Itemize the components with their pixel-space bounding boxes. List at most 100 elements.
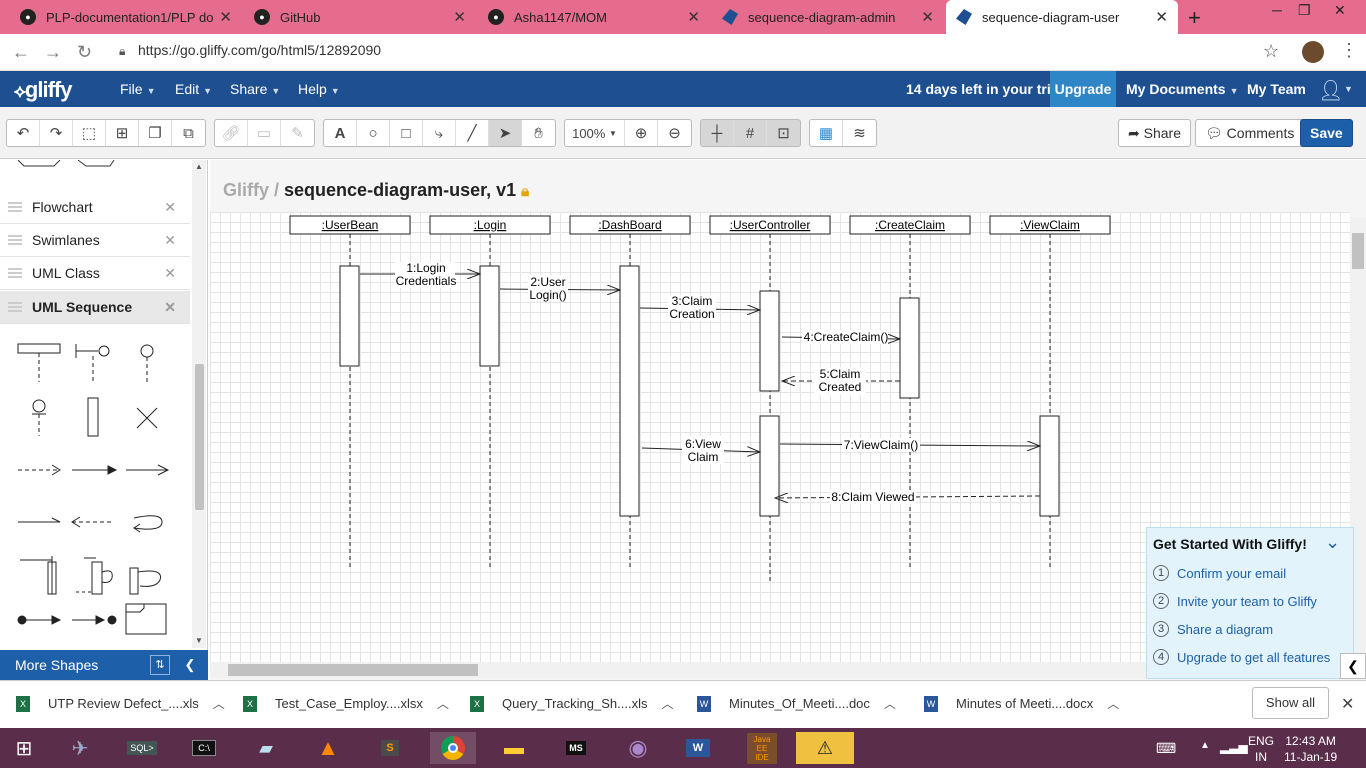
- grid-icon[interactable]: #: [734, 120, 767, 146]
- activation-bar[interactable]: [619, 265, 640, 517]
- shape-fragment[interactable]: [125, 603, 167, 635]
- profile-avatar[interactable]: [1302, 41, 1324, 63]
- url-field[interactable]: https://go.gliffy.com/go/html5/12892090: [138, 42, 381, 58]
- shape-self-call[interactable]: [129, 567, 162, 595]
- canvas-vertical-scroll-thumb[interactable]: [1352, 233, 1364, 269]
- close-window-icon[interactable]: ✕: [1334, 2, 1346, 19]
- menu-file[interactable]: File ▼: [120, 81, 155, 97]
- scroll-down-icon[interactable]: ▼: [195, 636, 203, 645]
- chrome-icon[interactable]: [430, 732, 476, 764]
- line-tool-icon[interactable]: ╱: [456, 120, 489, 146]
- zoom-in-icon[interactable]: ⊕: [625, 120, 658, 146]
- gliffy-logo[interactable]: ⟡gliffy: [14, 77, 72, 103]
- menu-help[interactable]: Help ▼: [298, 81, 340, 97]
- close-icon[interactable]: ✕: [164, 299, 176, 316]
- java-ee-ide-icon[interactable]: Java EE IDE: [742, 732, 782, 764]
- system-clock[interactable]: 12:43 AM 11-Jan-19: [1284, 733, 1337, 765]
- rectangle-tool-icon[interactable]: □: [390, 120, 423, 146]
- activation-bar[interactable]: [479, 265, 500, 367]
- sqlplus-icon[interactable]: SQL>: [122, 732, 162, 764]
- connector-tool-icon[interactable]: ⤷: [423, 120, 456, 146]
- language-indicator[interactable]: ENG IN: [1248, 733, 1274, 765]
- save-button[interactable]: Save: [1300, 119, 1353, 147]
- more-shapes-button[interactable]: More Shapes: [15, 657, 98, 673]
- get-started-item[interactable]: 1 Confirm your email: [1153, 565, 1286, 581]
- ms-project-icon[interactable]: MS: [556, 732, 596, 764]
- ellipse-tool-icon[interactable]: ○: [357, 120, 390, 146]
- get-started-item[interactable]: 2 Invite your team to Gliffy: [1153, 593, 1317, 609]
- upgrade-button[interactable]: Upgrade: [1050, 71, 1116, 107]
- show-hidden-icons[interactable]: ▲: [1200, 740, 1210, 751]
- pan-tool-icon[interactable]: ✋︎: [522, 120, 555, 146]
- message-3[interactable]: 3:Claim Creation: [639, 294, 760, 321]
- download-item[interactable]: W Minutes_Of_Meeti....doc ︿: [697, 695, 896, 712]
- message-6[interactable]: 6:View Claim: [641, 436, 760, 464]
- close-icon[interactable]: ✕: [164, 265, 176, 282]
- keyboard-icon[interactable]: ⌨: [1156, 740, 1176, 757]
- close-tab-icon[interactable]: ✕: [1155, 8, 1168, 26]
- file-explorer-icon[interactable]: ▬: [494, 732, 534, 764]
- shape-lost-endpoint[interactable]: [72, 615, 117, 625]
- chevron-up-icon[interactable]: ︿: [1107, 695, 1119, 712]
- link-icon[interactable]: 🔗︎: [215, 120, 248, 146]
- message-7[interactable]: 7:ViewClaim(): [779, 438, 1040, 452]
- chevron-up-icon[interactable]: ︿: [437, 695, 449, 712]
- sidebar-scroll-thumb[interactable]: [195, 364, 204, 510]
- close-tab-icon[interactable]: ✕: [921, 8, 934, 26]
- command-prompt-icon[interactable]: C:\: [184, 732, 224, 764]
- shape-control-lifeline[interactable]: [140, 344, 154, 382]
- message-4[interactable]: 4:CreateClaim(): [781, 330, 900, 344]
- pointer-tool-icon[interactable]: ➤: [489, 120, 522, 146]
- message-1[interactable]: 1:Login Credentials: [360, 261, 480, 288]
- side-panel-toggle-icon[interactable]: ❮: [1340, 653, 1366, 679]
- send-back-icon[interactable]: ⧉: [172, 120, 205, 146]
- back-icon[interactable]: ←: [12, 42, 30, 63]
- chevron-up-icon[interactable]: ︿: [661, 695, 673, 712]
- bookmark-star-icon[interactable]: ☆: [1263, 41, 1279, 62]
- shape-lost-message[interactable]: [18, 517, 61, 523]
- download-item[interactable]: X Test_Case_Employ....xlsx ︿: [243, 695, 449, 712]
- close-icon[interactable]: ✕: [164, 232, 176, 249]
- format-painter-icon[interactable]: ✎: [281, 120, 314, 146]
- drag-handle-icon[interactable]: [8, 302, 22, 312]
- eclipse-icon[interactable]: ◉: [618, 732, 658, 764]
- shape-activation[interactable]: [87, 397, 99, 437]
- comment-icon[interactable]: ▭: [248, 120, 281, 146]
- zoom-out-icon[interactable]: ⊖: [658, 120, 691, 146]
- shape-reply-message[interactable]: [71, 516, 114, 528]
- user-icon[interactable]: 👤︎: [1318, 78, 1343, 102]
- notepad-icon[interactable]: ▰: [246, 732, 286, 764]
- vlc-icon[interactable]: ▲: [308, 732, 348, 764]
- group-icon[interactable]: ⬚: [73, 120, 106, 146]
- show-all-downloads-button[interactable]: Show all: [1252, 687, 1329, 719]
- forward-icon[interactable]: →: [44, 42, 62, 63]
- activation-bar[interactable]: [339, 265, 360, 367]
- close-download-bar-icon[interactable]: ✕: [1341, 694, 1354, 714]
- bring-front-icon[interactable]: ❐: [139, 120, 172, 146]
- comments-button[interactable]: 💬︎ Comments: [1195, 119, 1305, 147]
- canvas-horizontal-scroll-thumb[interactable]: [228, 664, 478, 676]
- guides-icon[interactable]: ┼: [701, 120, 734, 146]
- shape-sync-message[interactable]: [72, 465, 118, 475]
- get-started-item[interactable]: 3 Share a diagram: [1153, 621, 1273, 637]
- activation-bar[interactable]: [1039, 415, 1060, 517]
- word-icon[interactable]: W: [678, 732, 718, 764]
- windows-start-icon[interactable]: ⊞: [4, 732, 44, 764]
- message-2[interactable]: 2:User Login(): [499, 275, 620, 302]
- chevron-down-icon[interactable]: ▼: [1344, 84, 1353, 94]
- share-button[interactable]: ➦ Share: [1118, 119, 1191, 147]
- title-text[interactable]: sequence-diagram-user, v1: [284, 180, 516, 200]
- close-tab-icon[interactable]: ✕: [687, 8, 700, 26]
- shape-async-message[interactable]: [126, 464, 170, 476]
- my-team-link[interactable]: My Team: [1247, 81, 1306, 97]
- tab-sequence-diagram-user[interactable]: sequence-diagram-user ✕: [946, 0, 1178, 34]
- themes-icon[interactable]: ▦: [810, 120, 843, 146]
- drag-handle-icon[interactable]: [8, 235, 22, 245]
- activation-bar[interactable]: [899, 297, 920, 399]
- scroll-up-icon[interactable]: ▲: [195, 162, 203, 171]
- layers-icon[interactable]: ≋: [843, 120, 876, 146]
- shape-entity-lifeline[interactable]: [32, 399, 46, 436]
- shape-lifeline[interactable]: [17, 343, 61, 382]
- chevron-up-icon[interactable]: ︿: [884, 695, 896, 712]
- tab-github[interactable]: ● GitHub ✕: [244, 0, 476, 34]
